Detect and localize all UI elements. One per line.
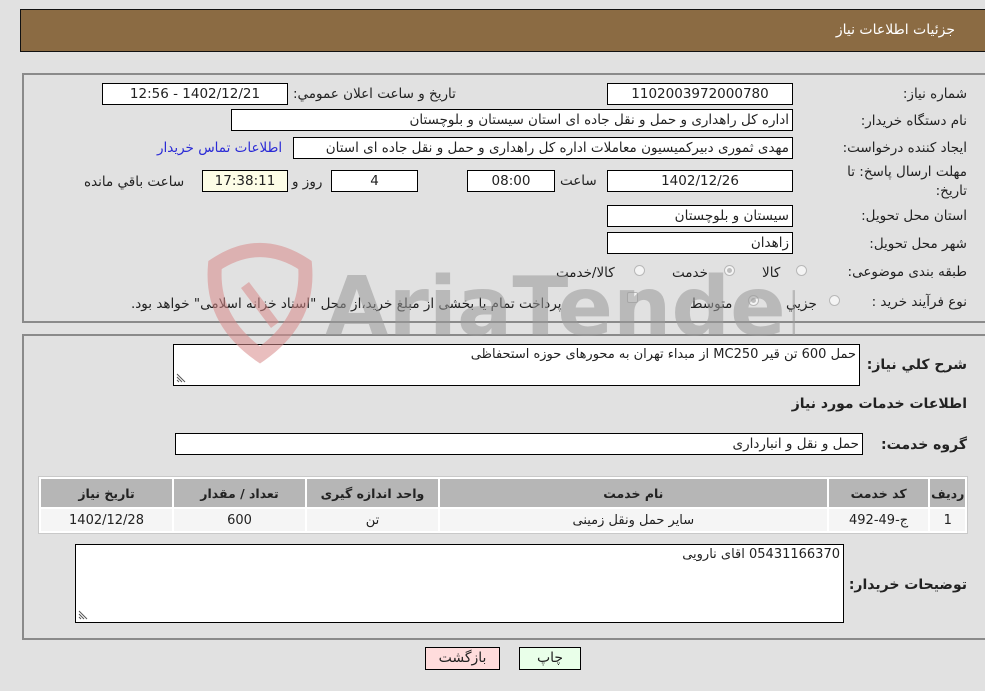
buyer-notes-textarea[interactable]: 05431166370 اقای نارویی [75, 544, 844, 623]
delivery-city-field[interactable]: زاهدان [607, 232, 793, 254]
need-number-label: شماره نیاز: [902, 86, 967, 102]
requester-field[interactable]: مهدی ثموری دبیرکمیسیون معاملات اداره کل … [293, 137, 793, 159]
announce-datetime-field[interactable]: 1402/12/21 - 12:56 [102, 83, 288, 105]
page-header: جزئیات اطلاعات نیاز [20, 9, 985, 52]
delivery-city-label: شهر محل تحويل: [869, 236, 967, 252]
deadline-label-line2: تاريخ: [935, 183, 967, 199]
table-row: 1 ج-49-492 سایر حمل ونقل زمینی تن 600 14… [41, 509, 965, 531]
back-button[interactable]: بازگشت [425, 647, 500, 670]
days-remaining-field[interactable]: 4 [331, 170, 418, 192]
need-number-field[interactable]: 1102003972000780 [607, 83, 793, 105]
days-label: روز و [292, 174, 323, 190]
purchase-radio-minor[interactable] [829, 295, 840, 306]
resize-handle-icon[interactable] [78, 610, 88, 620]
category-option-service: خدمت [672, 265, 708, 281]
cell-unit: تن [306, 509, 438, 531]
description-textarea[interactable]: حمل 600 تن قیر MC250 از مبداء تهران به م… [173, 344, 860, 386]
col-header-quantity: تعداد / مقدار [174, 479, 305, 507]
treasury-checkbox[interactable] [627, 292, 638, 303]
cell-service-name: سایر حمل ونقل زمینی [439, 509, 827, 531]
category-option-goods-service: کالا/خدمت [556, 265, 615, 281]
purchase-option-minor: جزيي [786, 296, 817, 312]
deadline-label-line1: مهلت ارسال پاسخ: تا [847, 164, 967, 180]
services-section-title: اطلاعات خدمات مورد نياز [791, 396, 967, 412]
buyer-contact-link[interactable]: اطلاعات تماس خريدار [157, 140, 282, 156]
time-remaining-field: 17:38:11 [202, 170, 288, 192]
service-group-label: گروه خدمت: [881, 437, 967, 453]
treasury-checkbox-label: پرداخت تمام يا بخشی از مبلغ خريد،از محل … [131, 296, 562, 312]
services-table: رديف کد خدمت نام خدمت واحد اندازه گيری ت… [38, 476, 968, 534]
purchase-radio-medium[interactable] [748, 295, 759, 306]
deadline-date-field[interactable]: 1402/12/26 [607, 170, 793, 192]
delivery-province-label: استان محل تحويل: [861, 208, 967, 224]
services-table-header: رديف کد خدمت نام خدمت واحد اندازه گيری ت… [41, 479, 965, 507]
category-radio-goods[interactable] [796, 265, 807, 276]
purchase-type-label: نوع فرآيند خريد : [871, 294, 967, 310]
deadline-time-label: ساعت [560, 173, 597, 189]
cell-row-number: 1 [930, 509, 965, 531]
col-header-name: نام خدمت [439, 479, 827, 507]
delivery-province-field[interactable]: سیستان و بلوچستان [607, 205, 793, 227]
time-remaining-label: ساعت باقي مانده [84, 174, 185, 190]
requester-label: ايجاد کننده درخواست: [842, 140, 967, 156]
announce-datetime-label: تاريخ و ساعت اعلان عمومي: [293, 86, 456, 102]
category-radio-goods-service[interactable] [634, 265, 645, 276]
resize-handle-icon[interactable] [176, 373, 186, 383]
service-group-field[interactable]: حمل و نقل و انبارداری [175, 433, 863, 455]
col-header-unit: واحد اندازه گيری [306, 479, 438, 507]
category-label: طبقه بندی موضوعی: [847, 264, 967, 280]
col-header-row: رديف [930, 479, 965, 507]
category-option-goods: کالا [762, 265, 781, 281]
buyer-org-field[interactable]: اداره کل راهداری و حمل و نقل جاده ای است… [231, 109, 793, 131]
cell-service-code: ج-49-492 [828, 509, 929, 531]
print-button[interactable]: چاپ [519, 647, 581, 670]
cell-quantity: 600 [174, 509, 305, 531]
buyer-notes-label: توضيحات خريدار: [848, 577, 967, 593]
buyer-org-label: نام دستگاه خريدار: [860, 113, 967, 129]
purchase-option-medium: متوسط [690, 296, 733, 312]
description-label: شرح کلي نياز: [866, 357, 967, 373]
description-text: حمل 600 تن قیر MC250 از مبداء تهران به م… [470, 347, 856, 362]
category-radio-service[interactable] [724, 265, 735, 276]
page-title: جزئیات اطلاعات نیاز [835, 22, 955, 38]
col-header-date: تاريخ نياز [41, 479, 172, 507]
col-header-code: کد خدمت [828, 479, 929, 507]
cell-need-date: 1402/12/28 [41, 509, 172, 531]
deadline-time-field[interactable]: 08:00 [467, 170, 555, 192]
buyer-notes-text: 05431166370 اقای نارویی [682, 547, 840, 562]
